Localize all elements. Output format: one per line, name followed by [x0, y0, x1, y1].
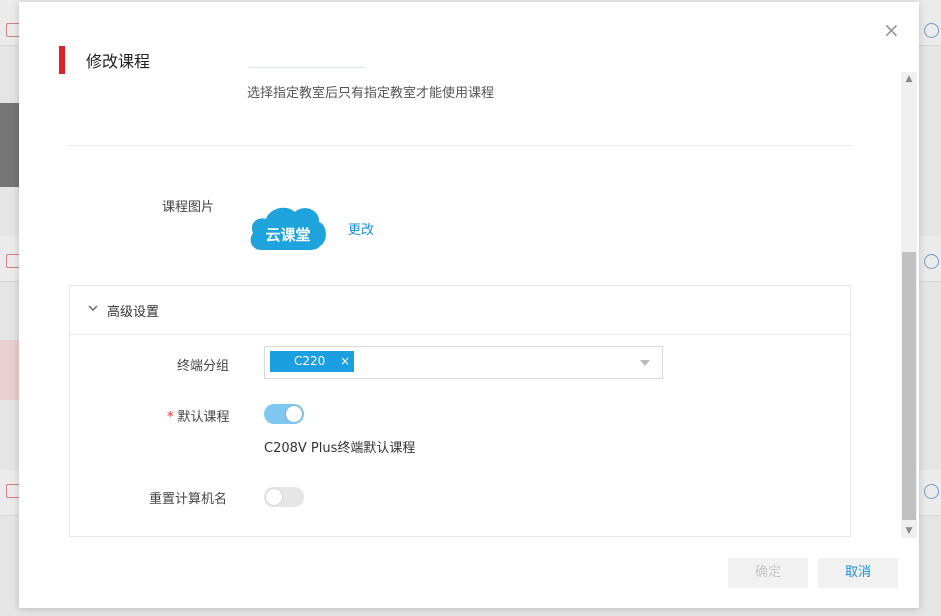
- vertical-scrollbar[interactable]: ▲ ▼: [901, 72, 917, 538]
- switch-knob: [266, 489, 282, 505]
- classroom-field-edge: [249, 67, 364, 68]
- advanced-settings-title[interactable]: 高级设置: [107, 301, 159, 320]
- dialog-scroll-area: 选择指定教室后只有指定教室才能使用课程 课程图片 云课堂 更改 高级设置 终端分…: [19, 2, 919, 542]
- switch-knob: [286, 406, 302, 422]
- default-course-label: * 默认课程: [167, 406, 230, 425]
- terminal-group-tag: C220 ×: [270, 351, 354, 372]
- reset-computer-name-switch[interactable]: [264, 487, 304, 507]
- terminal-group-label: 终端分组: [177, 359, 230, 374]
- dropdown-arrow-icon[interactable]: [640, 360, 650, 366]
- default-course-description: C208V Plus终端默认课程: [264, 441, 416, 456]
- terminal-group-select[interactable]: C220 ×: [264, 346, 663, 379]
- scroll-up-arrow-icon[interactable]: ▲: [901, 72, 917, 86]
- cancel-button[interactable]: 取消: [818, 558, 898, 588]
- cloud-classroom-logo: 云课堂: [250, 207, 326, 250]
- change-image-link[interactable]: 更改: [348, 219, 374, 238]
- scrollbar-thumb[interactable]: [902, 252, 916, 520]
- logo-text: 云课堂: [265, 226, 310, 244]
- section-divider: [67, 145, 853, 146]
- reset-computer-name-label: 重置计算机名: [149, 492, 228, 507]
- confirm-button[interactable]: 确定: [728, 558, 808, 588]
- course-image-label: 课程图片: [162, 200, 215, 215]
- advanced-settings-header[interactable]: 高级设置: [70, 286, 850, 335]
- tag-label: C220: [294, 354, 326, 368]
- default-course-switch[interactable]: [264, 404, 304, 424]
- tag-remove-icon[interactable]: ×: [340, 351, 350, 372]
- default-course-label-text: 默认课程: [177, 410, 230, 425]
- classroom-hint: 选择指定教室后只有指定教室才能使用课程: [247, 86, 495, 101]
- scroll-down-arrow-icon[interactable]: ▼: [901, 524, 917, 538]
- edit-course-dialog: × 修改课程 选择指定教室后只有指定教室才能使用课程 课程图片 云课堂 更改 高…: [19, 2, 919, 608]
- chevron-down-icon[interactable]: [87, 302, 99, 314]
- required-marker: *: [167, 410, 174, 425]
